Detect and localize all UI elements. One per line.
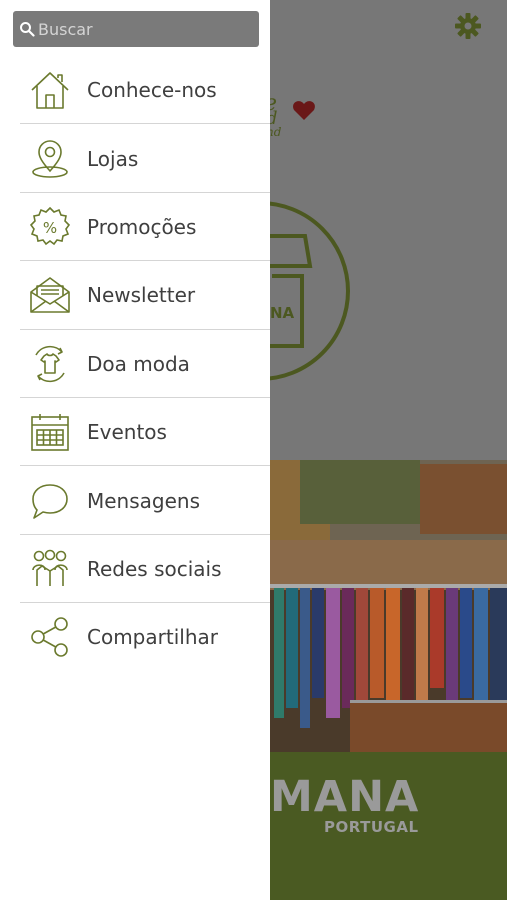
envelope-icon: [28, 273, 72, 317]
brand-country-text: PORTUGAL: [324, 818, 419, 836]
menu-item-label: Promoções: [87, 214, 197, 239]
discount-badge-icon: %: [28, 205, 72, 249]
people-icon: [28, 547, 72, 591]
brand-name-text: MANA: [270, 772, 420, 822]
menu-item-eventos[interactable]: Eventos: [0, 398, 270, 467]
tshirt-recycle-icon: [28, 342, 72, 386]
menu-item-newsletter[interactable]: Newsletter: [0, 261, 270, 330]
svg-text:%: %: [43, 219, 57, 237]
search-icon: [20, 22, 35, 37]
menu-item-label: Newsletter: [87, 283, 196, 308]
side-drawer-menu: Conhece-nos Lojas % Promoções: [0, 0, 270, 900]
drawer-menu-list: Conhece-nos Lojas % Promoções Newsletter…: [0, 56, 270, 672]
menu-item-label: Conhece-nos: [87, 78, 217, 103]
menu-item-redes-sociais[interactable]: Redes sociais: [0, 535, 270, 604]
share-icon: [28, 615, 72, 659]
menu-item-compartilhar[interactable]: Compartilhar: [0, 603, 270, 671]
menu-item-label: Mensagens: [87, 488, 201, 513]
chat-bubble-icon: [28, 479, 72, 523]
settings-gear-icon[interactable]: [452, 10, 484, 42]
calendar-icon: [28, 410, 72, 454]
menu-item-doa-moda[interactable]: Doa moda: [0, 330, 270, 399]
store-badge-text: NA: [270, 304, 295, 322]
search-bar[interactable]: [13, 11, 259, 47]
menu-item-label: Compartilhar: [87, 625, 218, 650]
store-interior-photo: [270, 460, 507, 752]
location-pin-icon: [28, 137, 72, 181]
menu-item-lojas[interactable]: Lojas: [0, 124, 270, 194]
menu-item-promocoes[interactable]: % Promoções: [0, 193, 270, 262]
home-icon: [28, 68, 72, 112]
menu-item-mensagens[interactable]: Mensagens: [0, 466, 270, 536]
menu-item-label: Doa moda: [87, 351, 190, 376]
menu-item-label: Eventos: [87, 420, 167, 445]
menu-item-label: Lojas: [87, 146, 139, 171]
menu-item-conhece-nos[interactable]: Conhece-nos: [0, 56, 270, 125]
search-input[interactable]: [38, 19, 248, 39]
menu-item-label: Redes sociais: [87, 556, 222, 581]
